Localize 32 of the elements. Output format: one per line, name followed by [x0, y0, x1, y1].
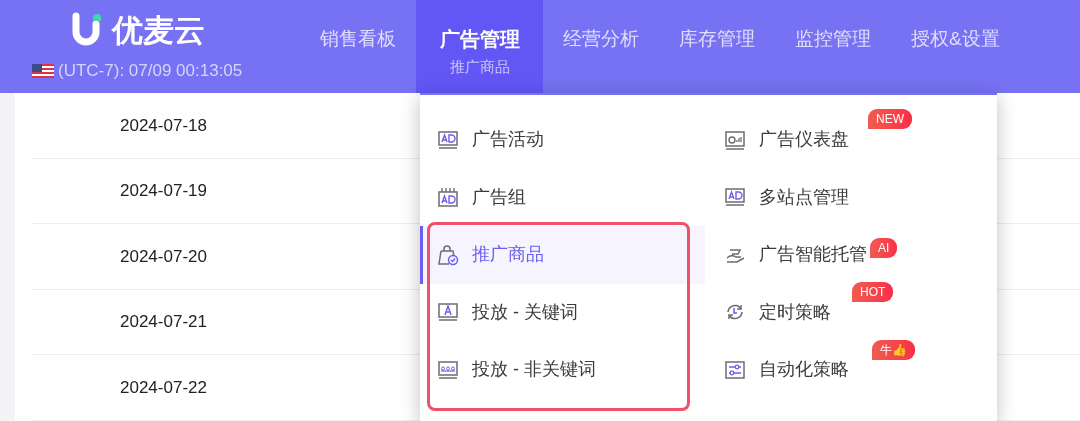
menu-item[interactable]: 广告活动: [420, 111, 544, 169]
date-cell-text: 2024-07-21: [120, 311, 207, 333]
ad-group-icon: [437, 186, 459, 209]
menu-badge: HOT: [852, 281, 894, 302]
abc-icon: [437, 358, 459, 381]
menu-item[interactable]: 广告仪表盘: [707, 111, 849, 169]
dashboard-icon: [724, 128, 746, 151]
ad-icon: [724, 186, 746, 209]
date-cell-text: 2024-07-22: [120, 376, 207, 399]
nav-subtitle: 推广商品: [449, 59, 510, 74]
monitor-letter-icon: [437, 301, 459, 324]
date-cell-text: 2024-07-18: [120, 114, 207, 137]
timezone-clock: (UTC-7): 07/09 00:13:05: [58, 60, 243, 82]
sliders-icon: [724, 358, 746, 381]
menu-item[interactable]: 投放 - 关键词: [420, 283, 578, 341]
date-cell-text: 2024-07-19: [120, 180, 207, 202]
shopping-bag-icon: [437, 243, 459, 266]
menu-item[interactable]: 推广商品: [420, 226, 705, 284]
menu-badge: 牛👍: [872, 340, 915, 360]
date-cell-text: 2024-07-20: [120, 245, 207, 268]
menu-item[interactable]: 定时策略: [707, 283, 831, 341]
menu-badge: NEW: [868, 109, 912, 129]
menu-badge: AI: [870, 238, 898, 258]
menu-item[interactable]: 自动化策略: [707, 341, 849, 399]
ad-icon: [437, 128, 459, 151]
menu-item[interactable]: 投放 - 非关键词: [420, 341, 596, 399]
menu-item[interactable]: 广告组: [420, 168, 526, 226]
flag-icon: [32, 63, 54, 78]
logo-text: 优麦云: [112, 14, 205, 46]
menu-item[interactable]: 多站点管理: [707, 168, 849, 226]
nav-tab[interactable]: 广告管理 推广商品: [416, 0, 543, 93]
menu-item[interactable]: 广告智能托管: [707, 226, 867, 284]
